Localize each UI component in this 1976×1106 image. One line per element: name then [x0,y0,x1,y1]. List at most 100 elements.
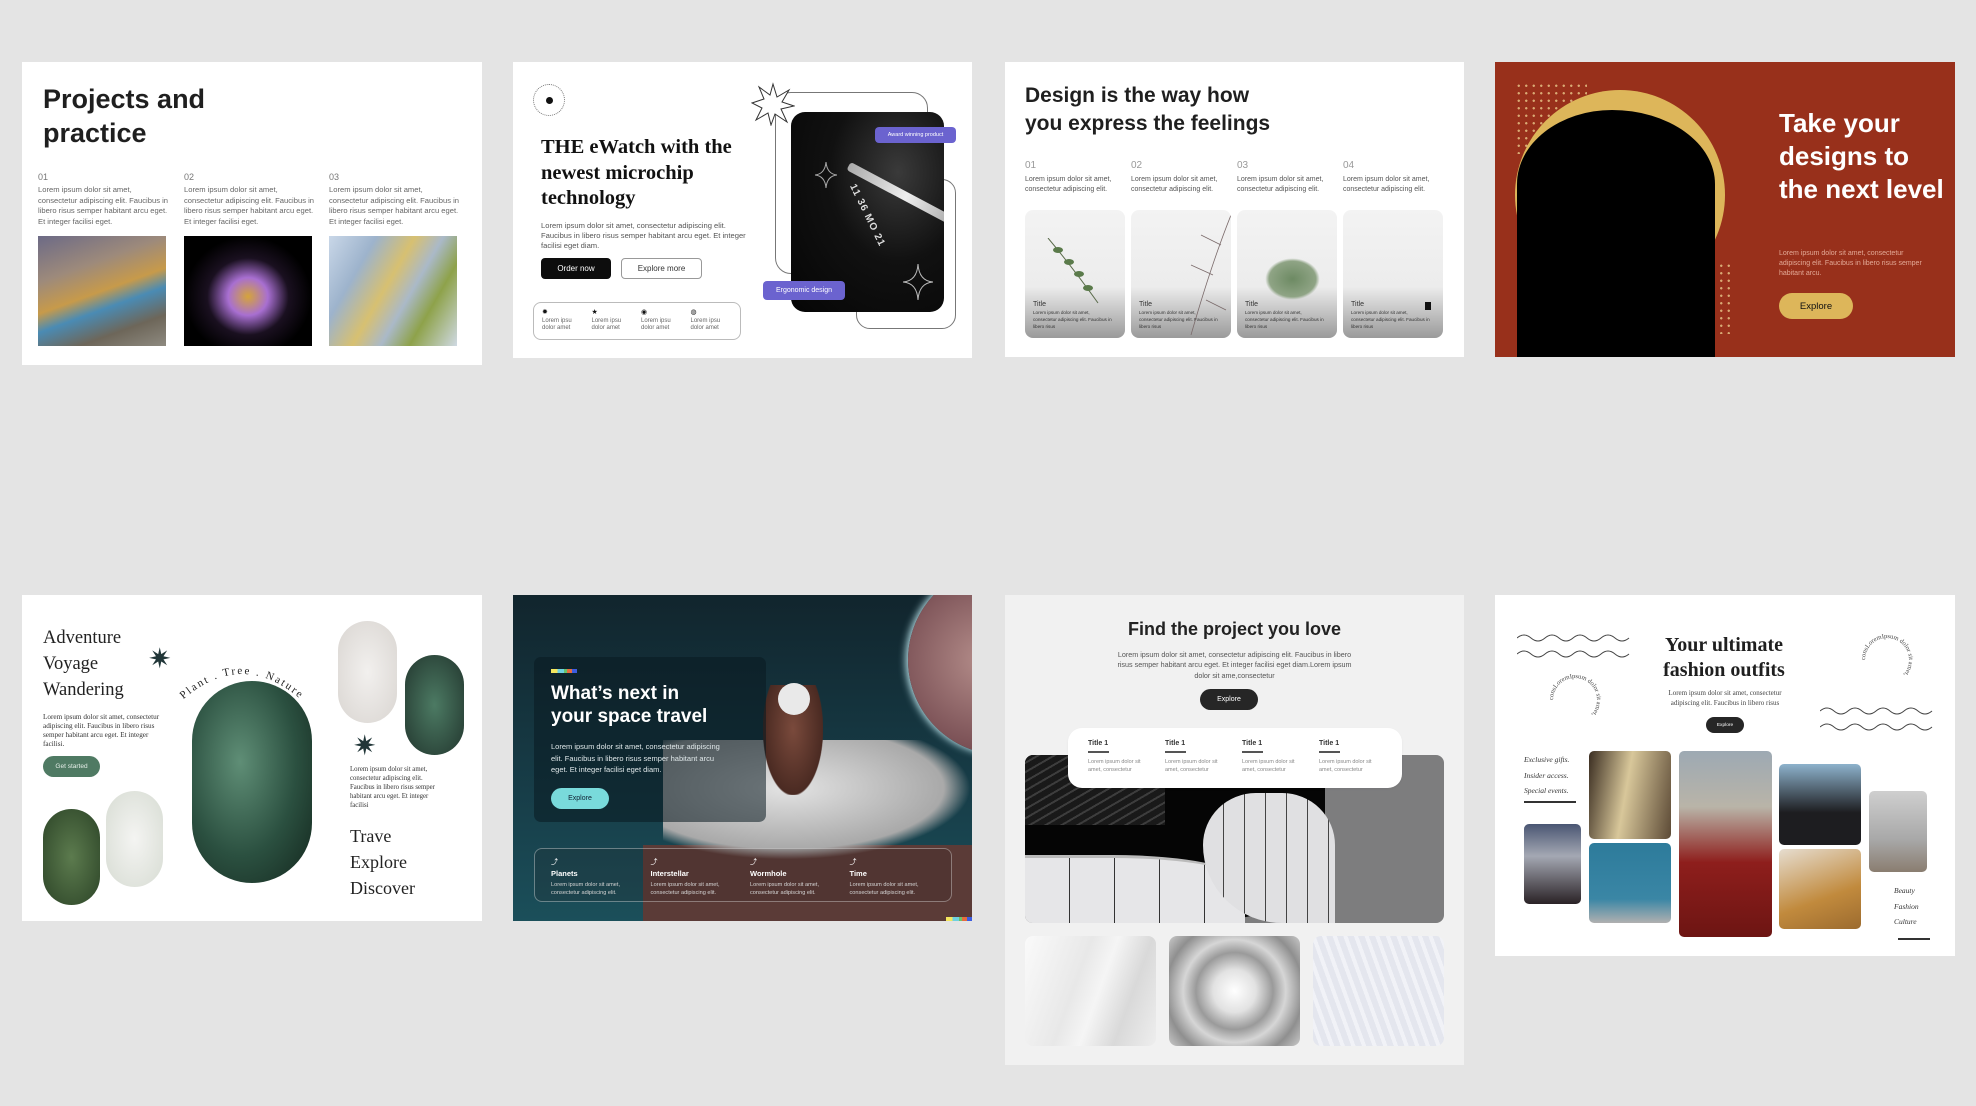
feature-item: ★ Lorem ipsu dolor amet [592,309,634,333]
explore-button[interactable]: Explore [1200,689,1258,710]
template-card-next-level[interactable]: Take your designs to the next level Lore… [1495,62,1955,357]
card-description-secondary: Lorem ipsum dolor sit amet, consectetur … [350,766,435,809]
shopping-cart-photo [1589,843,1671,923]
keyword: Discover [350,878,415,898]
card-title: Find the project you love [1127,619,1342,639]
succulents-image [405,655,464,755]
card-title: Your ultimate fashion outfits [1649,633,1799,683]
title-line: Projects and [43,84,206,114]
project-column: 03 Lorem ipsum dolor sit amet, consectet… [329,172,459,227]
portrait-silhouette [1517,110,1715,357]
perk-item: Special events. [1524,786,1569,795]
wave-decoration [1820,707,1933,731]
card-description: Lorem ipsum dolor sit amet, consectetur … [1668,689,1782,707]
globe-icon: ◍ [690,309,697,316]
keyword: Explore [350,852,407,872]
red-blazer-photo [1679,751,1772,937]
template-card-space-travel[interactable]: What’s next in your space travel Lorem i… [513,595,972,921]
sparkle-icon [815,162,837,188]
tile-text: Lorem ipsum dolor sit amet, consectetur … [1245,310,1324,329]
planet-image [908,595,972,755]
order-now-button[interactable]: Order now [541,258,611,279]
babys-breath-image [106,791,163,887]
tab-item[interactable]: Title 1 Lorem ipsum dolor sit amet, cons… [1242,740,1305,776]
card-title: THE eWatch with the newest microchip tec… [541,136,732,209]
card-description: Lorem ipsum dolor sit amet, consectetur … [541,221,746,250]
silver-hood-photo [1524,824,1581,904]
title-line: Wandering [43,680,124,700]
tab-item[interactable]: Title 1 Lorem ipsum dolor sit amet, cons… [1088,740,1151,776]
card-description: Lorem ipsum dolor sit amet, consectetur … [551,742,720,774]
tag-item: Culture [1894,917,1917,926]
white-fins-image [1025,936,1156,1046]
topic-title: Interstellar [650,869,689,878]
image-tile-branch: Title Lorem ipsum dolor sit amet, consec… [1131,210,1231,338]
perk-item: Exclusive gifts. [1524,755,1570,764]
title-line: you express the feelings [1025,112,1271,135]
design-column: 03 Lorem ipsum dolor sit amet, consectet… [1237,160,1337,195]
svg-text:consLoremIpsum dolor sit amet,: consLoremIpsum dolor sit amet, [1548,673,1602,718]
walking-man-photo [1869,791,1927,872]
circular-text-badge: consLoremIpsum dolor sit amet, [1548,673,1602,718]
tab-underline [1242,751,1263,753]
tab-text: Lorem ipsum dolor sit amet, consectetur [1165,759,1218,773]
clock-icon [546,97,553,104]
card-description: Lorem ipsum dolor sit amet, consectetur … [43,713,160,748]
astronaut-helmet [778,683,810,715]
tab-underline [1319,751,1340,753]
tile-text: Lorem ipsum dolor sit amet, consectetur … [1351,310,1430,329]
explore-button[interactable]: Explore [551,788,609,809]
tab-underline [1165,751,1186,753]
explore-button[interactable]: Explore [1779,293,1853,319]
tile-text: Lorem ipsum dolor sit amet, consectetur … [1033,310,1112,329]
tab-title: Title 1 [1165,740,1186,747]
tile-text: Lorem ipsum dolor sit amet, consectetur … [1139,310,1218,329]
column-number: 01 [38,172,49,182]
tab-title: Title 1 [1319,740,1340,747]
title-line: fashion outfits [1663,659,1785,681]
keyword: Trave [350,826,392,846]
topic-title: Time [849,869,867,878]
tile-title: Title [1033,301,1046,308]
tab-text: Lorem ipsum dolor sit amet, consectetur [1088,759,1141,773]
image-tile-potted-plant: Title Lorem ipsum dolor sit amet, consec… [1237,210,1337,338]
column-number: 03 [1237,160,1249,171]
tab-item[interactable]: Title 1 Lorem ipsum dolor sit amet, cons… [1319,740,1382,776]
beige-coat-photo [1589,751,1671,839]
topic-title: Wormhole [750,869,787,878]
title-line: Design is the way how [1025,84,1250,107]
tab-title: Title 1 [1242,740,1263,747]
template-card-ewatch[interactable]: THE eWatch with the newest microchip tec… [513,62,972,358]
crystal-shards-image [329,236,457,346]
template-card-projects[interactable]: Projects and practice 01 Lorem ipsum dol… [22,62,482,365]
eye-icon: ◉ [641,309,648,316]
palm-leaves-image [192,681,312,883]
divider-line [1898,938,1930,940]
spiral-stairs-image [1169,936,1300,1046]
explore-more-button[interactable]: Explore more [621,258,702,279]
ring-text: consLoremIpsum dolor sit amet, [1548,673,1602,718]
template-card-adventure[interactable]: Adventure Voyage Wandering Lorem ipsum d… [22,595,482,921]
template-card-fashion[interactable]: consLoremIpsum dolor sit amet, consLorem… [1495,595,1955,956]
ergonomic-tag: Ergonomic design [763,281,845,300]
explore-button[interactable]: Explore [1706,717,1744,733]
title-line: your space travel [551,706,708,727]
topic-item: ⤴ Time Lorem ipsum dolor sit amet, conse… [849,857,936,896]
tab-text: Lorem ipsum dolor sit amet, consectetur [1319,759,1372,773]
topic-item: ⤴ Planets Lorem ipsum dolor sit amet, co… [551,857,637,896]
column-text: Lorem ipsum dolor sit amet, consectetur … [329,185,460,226]
trend-icon: ⤴ [750,859,757,866]
ring-text: consLoremIpsum dolor sit amet, [1860,633,1914,678]
get-started-button[interactable]: Get started [43,756,100,777]
design-column: 02 Lorem ipsum dolor sit amet, consectet… [1131,160,1231,195]
template-card-find-project[interactable]: Find the project you love Lorem ipsum do… [1005,595,1464,1065]
tab-item[interactable]: Title 1 Lorem ipsum dolor sit amet, cons… [1165,740,1228,776]
topic-bar: ⤴ Planets Lorem ipsum dolor sit amet, co… [534,848,952,902]
feature-text: Lorem ipsu dolor amet [690,318,721,331]
wave-decoration [1517,634,1630,658]
tag-item: Beauty [1894,886,1915,895]
template-card-design[interactable]: Design is the way how you express the fe… [1005,62,1464,357]
perk-item: Insider access. [1524,770,1569,780]
trend-icon: ⤴ [849,859,857,866]
topic-item: ⤴ Wormhole Lorem ipsum dolor sit amet, c… [750,857,836,896]
